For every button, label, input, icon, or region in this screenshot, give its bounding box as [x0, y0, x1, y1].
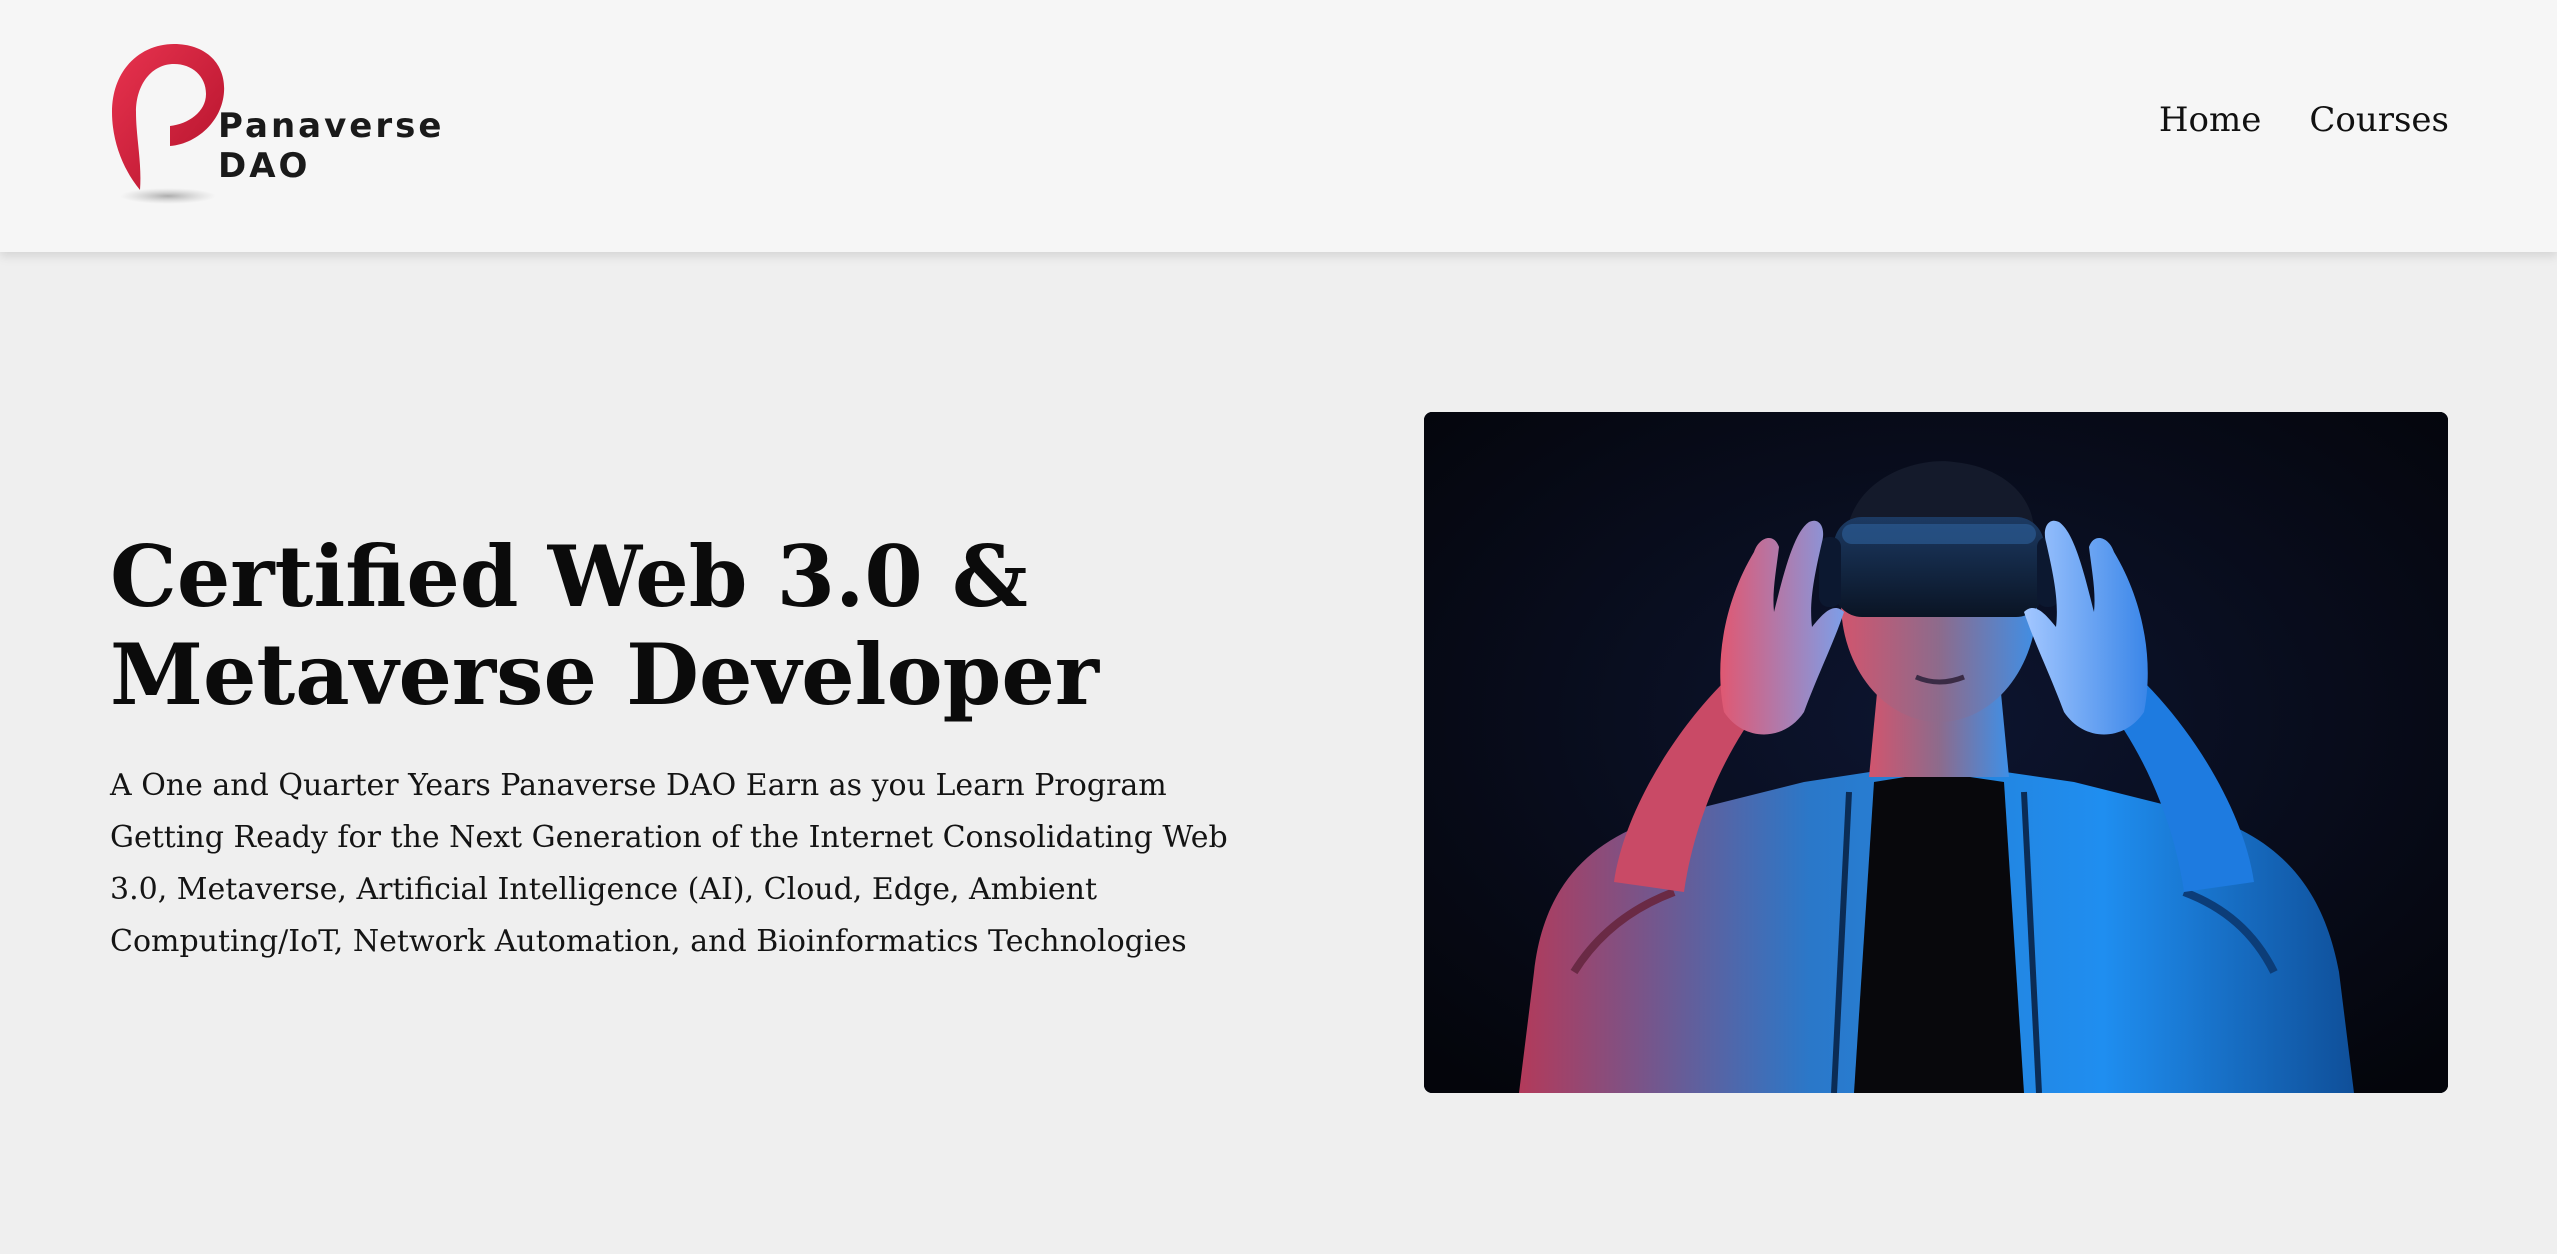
- vr-headset-person-photo: [1424, 412, 2448, 1093]
- hero-title-line-2: Metaverse Developer: [110, 625, 1100, 724]
- location-pin-logo-icon: [112, 44, 225, 204]
- logo-wordmark: Panaverse DAO: [218, 106, 444, 186]
- nav-courses-link[interactable]: Courses: [2309, 100, 2449, 140]
- main-nav: Home Courses: [2159, 100, 2449, 140]
- nav-home-link[interactable]: Home: [2159, 100, 2261, 140]
- logo-line-2: DAO: [218, 146, 311, 186]
- site-header: Panaverse DAO Home Courses: [0, 0, 2557, 252]
- hero-title-line-1: Certified Web 3.0 &: [110, 527, 1028, 626]
- hero-description: A One and Quarter Years Panaverse DAO Ea…: [110, 768, 1228, 959]
- vr-person-illustration: [1424, 412, 2448, 1093]
- panaverse-logo[interactable]: Panaverse DAO: [110, 40, 441, 210]
- hero-title: Certified Web 3.0 & Metaverse Developer: [110, 528, 1310, 724]
- logo-line-1: Panaverse: [218, 106, 445, 146]
